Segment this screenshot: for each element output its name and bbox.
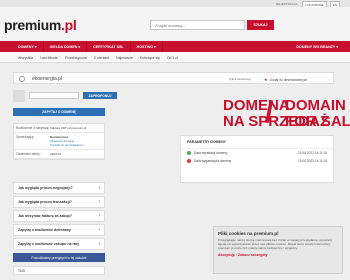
info-row: Sprzedający: Domainstore Obserwuj domenę…: [14, 133, 104, 150]
banner-right: DOMAIN FOR SALE: [285, 97, 350, 130]
subnav-item-with-offers[interactable]: Z ofertami: [94, 56, 109, 60]
cookie-actions: Akceptuję · Zobacz szczegóły: [218, 253, 338, 257]
faq-label: Jak otrzymać fakturę za zakup?: [18, 214, 72, 218]
nav-item-hosting[interactable]: HOSTING ▾: [131, 41, 163, 52]
star-icon: ★: [264, 77, 268, 82]
nav-item-exchange[interactable]: GIEŁDA DOMEN ▾: [44, 41, 88, 52]
info-row: Odwiedzin oferty: 4394/13: [14, 150, 104, 159]
logo[interactable]: premium.pl: [4, 17, 77, 33]
cookie-accept-button[interactable]: Akceptuję: [218, 253, 235, 257]
param-row: Data rejestracji domeny 15.08.2022 14:11…: [181, 149, 333, 157]
subnav-item-newest[interactable]: Najnowsze: [116, 56, 133, 60]
faq-item[interactable]: Jak wygląda proces negocjacji? ›: [13, 182, 105, 194]
chevron-right-icon: ›: [98, 227, 100, 233]
top-utility-bar: REJESTRACJA LOGOWANIE EN: [0, 0, 350, 8]
header: premium.pl SZUKAJ: [0, 7, 350, 40]
chevron-right-icon: ›: [98, 185, 100, 191]
globe-icon: [19, 76, 25, 82]
cookie-title: Pliki cookies na premium.pl: [218, 231, 279, 236]
param-value: 15.08.2023 14:11:16: [297, 159, 327, 163]
banner-right-line-1: DOMAIN: [285, 97, 346, 114]
sub-nav-items: Wszystkie Last Minute Przechwycone Z ofe…: [18, 52, 178, 63]
cookie-banner: Pliki cookies na premium.pl Przeglądając…: [213, 226, 343, 274]
faq-item[interactable]: Zapytaj o możliwość dzierżawy ›: [13, 224, 105, 236]
ask-domain-button[interactable]: ZAPYTAJ O DOMENĘ: [13, 108, 105, 116]
subnav-item-from-1zl[interactable]: Od 1 zł: [167, 56, 178, 60]
param-row: Data wygaśnięcia domeny 15.08.2023 14:11…: [181, 157, 333, 165]
seller-info: Domainstore Obserwuj domenę Kontakt ze s…: [50, 135, 102, 147]
facebook-button[interactable]: Poszukiwany przejętych w tej usłudze: [13, 253, 105, 262]
faq-list: Jak wygląda proces negocjacji? › Jak wygl…: [13, 182, 105, 252]
report-link[interactable]: Zgłoś lokalizację: [229, 77, 251, 81]
check-icon: [187, 151, 191, 155]
search-input[interactable]: [151, 21, 244, 29]
info-key: Sprzedający:: [16, 135, 35, 139]
nav-item-ssl[interactable]: CERTYFIKAT SSL: [87, 41, 131, 52]
tags-bar: TAGI: [13, 266, 105, 275]
alert-icon: [187, 159, 191, 163]
cookie-text: Przeglądając naszą stronę internetową be…: [218, 238, 333, 250]
param-value: 15.08.2022 14:11:16: [297, 151, 327, 155]
faq-label: Zapytaj o możliwość zakupu na raty: [18, 242, 80, 246]
contact-seller-link[interactable]: Kontakt ze sprzedającym: [50, 143, 102, 147]
banner-slash: /: [265, 96, 274, 129]
info-key: Rozliczenie z nabywcą:: [16, 126, 50, 130]
search-button[interactable]: SZUKAJ: [247, 20, 274, 30]
domain-name: ekoenergia.pl: [32, 76, 63, 82]
sub-nav: Wszystkie Last Minute Przechwycone Z ofe…: [0, 52, 350, 63]
chevron-right-icon: ›: [98, 241, 100, 247]
nav-item-domains[interactable]: DOMENY ▾: [12, 41, 44, 52]
faq-label: Jak wygląda proces negocjacji?: [18, 186, 73, 190]
search-box: [150, 20, 245, 30]
chevron-right-icon: ›: [98, 199, 100, 205]
faq-item[interactable]: Zapytaj o możliwość zakupu na raty ›: [13, 238, 105, 250]
watch-label: Dodaj do obserwowanych: [269, 77, 308, 82]
chevron-right-icon: ›: [98, 213, 100, 219]
subnav-item-all[interactable]: Wszystkie: [18, 56, 33, 60]
faq-label: Zapytaj o możliwość dzierżawy: [18, 228, 71, 232]
logo-text: premium: [4, 17, 62, 33]
info-row: Rozliczenie z nabywcą: Faktura VAT od pr…: [14, 124, 104, 133]
watch-button[interactable]: ★ Dodaj do obserwowanych: [264, 77, 307, 82]
info-value: Faktura VAT od premium.pl: [50, 126, 87, 130]
params-title: PARAMETRY DOMENY: [181, 136, 333, 149]
nav-items: DOMENY ▾ GIEŁDA DOMEN ▾ CERTYFIKAT SSL H…: [12, 41, 163, 52]
subnav-item-last-minute[interactable]: Last Minute: [40, 56, 58, 60]
main-nav: DOMENY ▾ GIEŁDA DOMEN ▾ CERTYFIKAT SSL H…: [0, 41, 350, 52]
param-label: Data rejestracji domeny: [194, 151, 228, 155]
offer-input[interactable]: [29, 92, 79, 99]
subnav-item-ending[interactable]: Kończące się: [140, 56, 160, 60]
visits-value: 4394/13: [50, 152, 61, 156]
faq-item[interactable]: Jak otrzymać fakturę za zakup? ›: [13, 210, 105, 222]
subnav-item-captured[interactable]: Przechwycone: [65, 56, 87, 60]
domain-row: ekoenergia.pl Zgłoś lokalizację ★ Dodaj …: [13, 72, 334, 84]
banner-right-line-2: FOR SALE: [285, 113, 350, 130]
info-key: Odwiedzin oferty:: [16, 152, 41, 156]
logo-suffix: .pl: [61, 17, 77, 33]
propose-button[interactable]: ZAPROPONUJ: [83, 92, 117, 99]
banner-line-1: DOMENA: [223, 97, 290, 114]
param-label: Data wygaśnięcia domeny: [194, 159, 232, 163]
quantity-box[interactable]: [13, 90, 25, 102]
faq-item[interactable]: Jak wygląda proces transakcji? ›: [13, 196, 105, 208]
cookie-details-link[interactable]: Zobacz szczegóły: [238, 253, 268, 257]
faq-label: Jak wygląda proces transakcji?: [18, 200, 72, 204]
domain-params: PARAMETRY DOMENY Data rejestracji domeny…: [180, 135, 334, 183]
domain-info: Rozliczenie z nabywcą: Faktura VAT od pr…: [13, 123, 105, 160]
nav-item-industry[interactable]: DOMENY WG BRANŻY ▾: [296, 41, 338, 52]
